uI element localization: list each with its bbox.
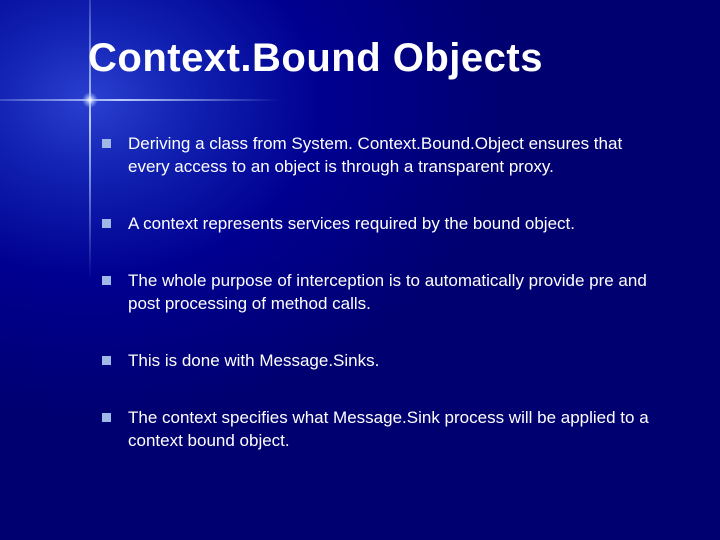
slide: Context.Bound Objects Deriving a class f… xyxy=(0,0,720,540)
bullet-item: The context specifies what Message.Sink … xyxy=(102,407,660,453)
bullet-item: The whole purpose of interception is to … xyxy=(102,270,660,316)
bullet-item: Deriving a class from System. Context.Bo… xyxy=(102,133,660,179)
slide-title: Context.Bound Objects xyxy=(88,36,660,81)
bullet-item: A context represents services required b… xyxy=(102,213,660,236)
bullet-item: This is done with Message.Sinks. xyxy=(102,350,660,373)
bullet-list: Deriving a class from System. Context.Bo… xyxy=(88,133,660,453)
